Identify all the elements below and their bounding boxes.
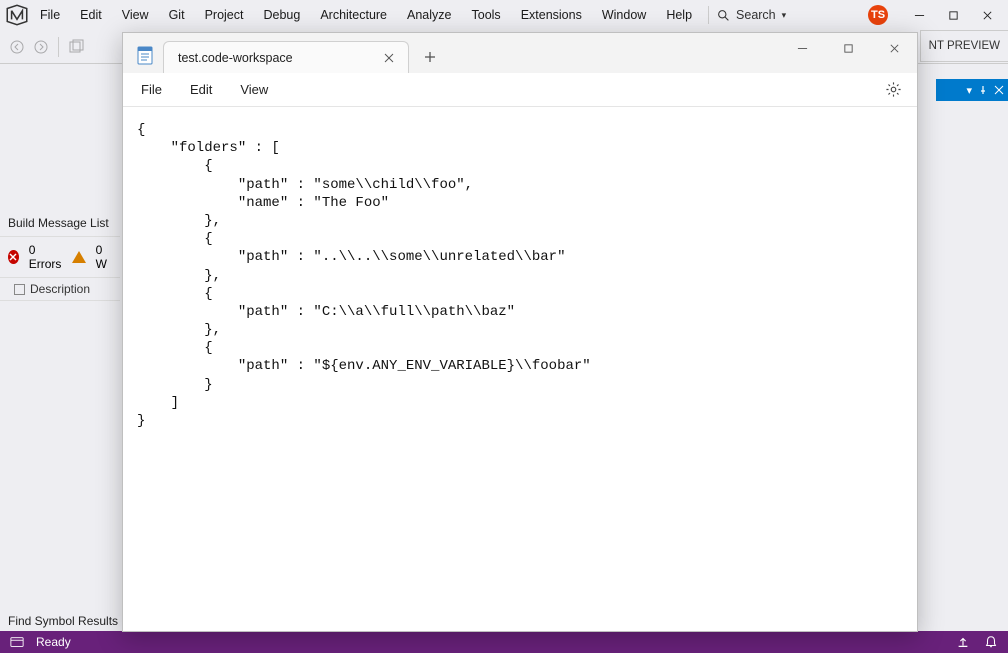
vs-menu-help[interactable]: Help xyxy=(656,4,702,26)
vs-right-header-text: NT PREVIEW xyxy=(929,40,1000,52)
errors-count: 0 Errors xyxy=(29,243,62,271)
vs-statusbar: Ready xyxy=(0,631,1008,653)
build-message-title: Build Message List xyxy=(0,210,120,237)
vs-logo-icon xyxy=(4,2,30,28)
error-icon xyxy=(8,250,19,264)
vs-menu-edit[interactable]: Edit xyxy=(70,4,112,26)
search-icon xyxy=(717,9,730,22)
notepad-menubar: File Edit View xyxy=(123,73,917,107)
notepad-close-button[interactable] xyxy=(871,33,917,63)
vs-menu-file[interactable]: File xyxy=(30,4,70,26)
description-header-label: Description xyxy=(30,282,90,296)
notepad-titlebar[interactable]: test.code-workspace xyxy=(123,33,917,73)
vs-right-header: NT PREVIEW xyxy=(920,30,1008,62)
notepad-tab-close-button[interactable] xyxy=(380,49,398,67)
vs-menu-tools[interactable]: Tools xyxy=(462,4,511,26)
warning-icon xyxy=(72,251,86,263)
user-avatar-badge[interactable]: TS xyxy=(868,5,888,25)
chevron-down-icon[interactable]: ▾ xyxy=(966,84,972,97)
vs-menu-extensions[interactable]: Extensions xyxy=(511,4,592,26)
warnings-count: 0 W xyxy=(96,243,112,271)
description-column-header[interactable]: Description xyxy=(0,277,120,301)
vs-maximize-button[interactable] xyxy=(936,3,970,27)
notepad-app-icon xyxy=(135,43,155,67)
bell-icon[interactable] xyxy=(984,635,998,649)
find-symbol-results-header: Find Symbol Results xyxy=(0,611,126,631)
status-ready: Ready xyxy=(36,635,71,649)
gear-icon xyxy=(885,81,902,98)
notepad-window: test.code-workspace File Edit View xyxy=(122,32,918,632)
vs-menu-debug[interactable]: Debug xyxy=(253,4,310,26)
plus-icon xyxy=(424,51,436,63)
close-icon xyxy=(384,53,394,63)
vs-search-label: Search xyxy=(736,8,776,22)
notepad-editor[interactable]: { "folders" : [ { "path" : "some\\child\… xyxy=(123,107,917,631)
vs-menu-analyze[interactable]: Analyze xyxy=(397,4,461,26)
nav-back-icon[interactable] xyxy=(6,36,28,58)
notepad-settings-button[interactable] xyxy=(879,76,907,104)
build-message-counts: 0 Errors 0 W xyxy=(0,237,120,277)
vs-right-blue-header: ▾ xyxy=(936,79,1008,101)
vs-menu-git[interactable]: Git xyxy=(159,4,195,26)
notepad-tab-title: test.code-workspace xyxy=(178,51,293,65)
close-icon[interactable] xyxy=(994,85,1004,95)
new-project-icon[interactable] xyxy=(65,36,87,58)
vs-search-box[interactable]: Search ▾ xyxy=(708,6,794,24)
visual-studio-window: File Edit View Git Project Debug Archite… xyxy=(0,0,1008,653)
notepad-minimize-button[interactable] xyxy=(779,33,825,63)
build-message-panel: Build Message List 0 Errors 0 W Descript… xyxy=(0,210,120,301)
chevron-down-icon: ▾ xyxy=(782,10,787,21)
notepad-menu-file[interactable]: File xyxy=(127,76,176,103)
output-icon[interactable] xyxy=(10,635,24,649)
notepad-menu-view[interactable]: View xyxy=(226,76,282,103)
vs-menubar: File Edit View Git Project Debug Archite… xyxy=(0,0,1008,30)
vs-menu-view[interactable]: View xyxy=(112,4,159,26)
vs-menu-project[interactable]: Project xyxy=(195,4,254,26)
upload-icon[interactable] xyxy=(956,635,970,649)
vs-minimize-button[interactable] xyxy=(902,3,936,27)
vs-close-button[interactable] xyxy=(970,3,1004,27)
notepad-new-tab-button[interactable] xyxy=(415,42,445,72)
column-icon xyxy=(14,284,25,295)
pin-icon[interactable] xyxy=(978,85,988,95)
vs-menu-window[interactable]: Window xyxy=(592,4,656,26)
nav-fwd-icon[interactable] xyxy=(30,36,52,58)
vs-menu-architecture[interactable]: Architecture xyxy=(310,4,397,26)
notepad-tab[interactable]: test.code-workspace xyxy=(163,41,409,73)
notepad-maximize-button[interactable] xyxy=(825,33,871,63)
notepad-menu-edit[interactable]: Edit xyxy=(176,76,226,103)
